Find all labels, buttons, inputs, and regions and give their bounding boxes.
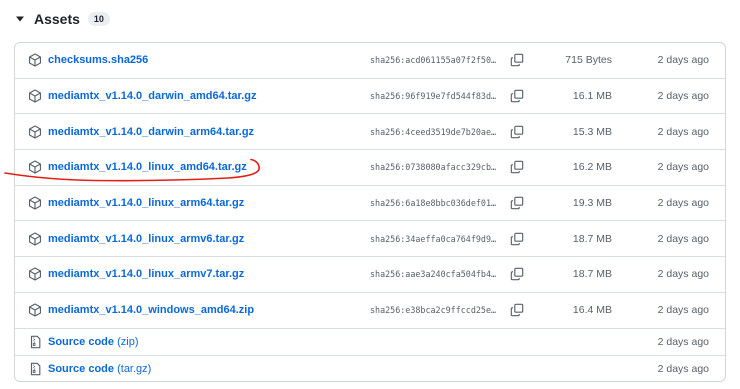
asset-row: mediamtx_v1.14.0_darwin_arm64.tar.gz sha…	[15, 114, 725, 151]
package-icon	[28, 267, 42, 281]
source-code-row: Source code (tar.gz) 2 days ago	[15, 356, 725, 382]
asset-size: 16.4 MB	[572, 304, 612, 317]
asset-row: mediamtx_v1.14.0_linux_arm64.tar.gz sha2…	[15, 186, 725, 222]
package-icon	[28, 53, 42, 67]
package-icon	[28, 232, 42, 246]
asset-sha256: sha256:96f919e7fd544f83d…	[370, 91, 497, 102]
asset-date: 2 days ago	[657, 161, 709, 174]
assets-list: checksums.sha256 sha256:acd061155a07f2f5…	[14, 42, 726, 382]
package-icon	[28, 160, 42, 174]
source-code-label: Source code	[48, 363, 115, 375]
asset-row: mediamtx_v1.14.0_linux_amd64.tar.gz sha2…	[15, 150, 725, 186]
asset-date: 2 days ago	[657, 335, 709, 348]
asset-link[interactable]: mediamtx_v1.14.0_linux_arm64.tar.gz	[48, 197, 244, 209]
source-code-label: Source code	[48, 335, 115, 348]
package-icon	[28, 196, 42, 210]
asset-size: 15.3 MB	[572, 125, 612, 138]
asset-date: 2 days ago	[657, 363, 709, 375]
asset-size: 18.7 MB	[572, 232, 612, 245]
caret-down-icon[interactable]	[14, 13, 26, 25]
source-code-zip-link[interactable]: Source code (zip)	[48, 336, 138, 348]
asset-sha256: sha256:34aeffa0ca764f9d9…	[370, 233, 497, 244]
asset-sha256: sha256:aae3a240cfa504fb4…	[370, 269, 497, 280]
package-icon	[28, 125, 42, 139]
file-zip-icon	[28, 335, 42, 349]
source-code-suffix: (tar.gz)	[117, 363, 152, 375]
copy-icon[interactable]	[510, 89, 524, 103]
asset-row: mediamtx_v1.14.0_linux_armv6.tar.gz sha2…	[15, 221, 725, 258]
asset-link[interactable]: mediamtx_v1.14.0_darwin_arm64.tar.gz	[48, 126, 254, 138]
asset-link[interactable]: mediamtx_v1.14.0_darwin_amd64.tar.gz	[48, 90, 257, 102]
asset-row: mediamtx_v1.14.0_darwin_amd64.tar.gz sha…	[15, 79, 725, 115]
package-icon	[28, 89, 42, 103]
copy-icon[interactable]	[510, 196, 524, 210]
file-zip-icon	[28, 362, 42, 376]
source-code-suffix: (zip)	[117, 335, 139, 348]
copy-icon[interactable]	[510, 160, 524, 174]
asset-link[interactable]: mediamtx_v1.14.0_linux_armv6.tar.gz	[48, 233, 244, 245]
asset-size: 16.1 MB	[572, 90, 612, 103]
copy-icon[interactable]	[510, 53, 524, 67]
asset-size: 16.2 MB	[572, 161, 612, 174]
copy-icon[interactable]	[510, 125, 524, 139]
asset-link[interactable]: checksums.sha256	[48, 54, 148, 66]
asset-sha256: sha256:6a18e8bbc036def01…	[370, 198, 497, 209]
asset-size: 19.3 MB	[572, 197, 612, 210]
copy-icon[interactable]	[510, 232, 524, 246]
assets-header: Assets 10	[14, 8, 110, 30]
assets-title[interactable]: Assets	[34, 11, 80, 27]
asset-row: mediamtx_v1.14.0_linux_armv7.tar.gz sha2…	[15, 257, 725, 293]
copy-icon[interactable]	[510, 267, 524, 281]
asset-date: 2 days ago	[657, 268, 709, 281]
asset-date: 2 days ago	[657, 232, 709, 245]
asset-date: 2 days ago	[657, 54, 709, 67]
asset-size: 18.7 MB	[572, 268, 612, 281]
source-code-targz-link[interactable]: Source code (tar.gz)	[48, 363, 151, 375]
asset-sha256: sha256:0738080afacc329cb…	[370, 162, 497, 173]
asset-size: 715 Bytes	[565, 54, 612, 67]
copy-icon[interactable]	[510, 303, 524, 317]
asset-sha256: sha256:acd061155a07f2f50…	[370, 55, 497, 66]
asset-sha256: sha256:e38bca2c9ffccd25e…	[370, 305, 497, 316]
asset-date: 2 days ago	[657, 197, 709, 210]
assets-count-badge: 10	[87, 12, 110, 26]
package-icon	[28, 303, 42, 317]
asset-date: 2 days ago	[657, 90, 709, 103]
asset-link[interactable]: mediamtx_v1.14.0_windows_amd64.zip	[48, 304, 254, 316]
source-code-row: Source code (zip) 2 days ago	[15, 329, 725, 356]
asset-date: 2 days ago	[657, 125, 709, 138]
asset-row: checksums.sha256 sha256:acd061155a07f2f5…	[15, 43, 725, 79]
asset-sha256: sha256:4ceed3519de7b20ae…	[370, 126, 497, 137]
asset-date: 2 days ago	[657, 304, 709, 317]
asset-link[interactable]: mediamtx_v1.14.0_linux_armv7.tar.gz	[48, 268, 244, 280]
asset-link[interactable]: mediamtx_v1.14.0_linux_amd64.tar.gz	[48, 161, 247, 173]
asset-row: mediamtx_v1.14.0_windows_amd64.zip sha25…	[15, 293, 725, 329]
